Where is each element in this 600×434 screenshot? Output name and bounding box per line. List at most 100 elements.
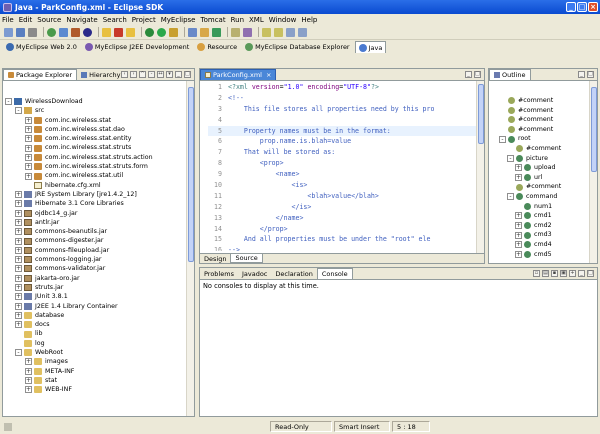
tab-outline[interactable]: Outline bbox=[489, 69, 531, 80]
external-tools-icon[interactable] bbox=[169, 27, 178, 37]
tomcat-restart-icon[interactable] bbox=[126, 27, 135, 37]
tree-item[interactable]: + com.inc.wireless.stat.struts.action bbox=[5, 153, 184, 162]
tomcat-start-icon[interactable] bbox=[102, 27, 111, 37]
expand-icon[interactable]: + bbox=[15, 302, 22, 310]
outline-item[interactable]: + cmd1 bbox=[499, 211, 588, 221]
expand-icon[interactable]: + bbox=[25, 358, 32, 366]
expand-icon[interactable]: + bbox=[15, 209, 22, 217]
minimize-editor-icon[interactable]: _ bbox=[465, 71, 472, 78]
browser-icon[interactable] bbox=[71, 27, 80, 37]
code-line[interactable]: 12 </is> bbox=[208, 202, 476, 213]
collapse-icon[interactable]: - bbox=[15, 107, 22, 115]
run-server-icon[interactable] bbox=[47, 27, 56, 37]
tree-item[interactable]: + commons-fileupload.jar bbox=[5, 246, 184, 255]
tree-item[interactable]: + commons-digester.jar bbox=[5, 236, 184, 245]
tree-item[interactable]: hibernate.cfg.xml bbox=[5, 181, 184, 190]
code-line[interactable]: 2 <!-- bbox=[208, 93, 476, 104]
minimize-outline-icon[interactable]: _ bbox=[578, 71, 585, 78]
collapse-icon[interactable]: - bbox=[5, 98, 12, 106]
code-line[interactable]: 14 </prop> bbox=[208, 224, 476, 235]
editor-scrollbar[interactable] bbox=[476, 81, 484, 253]
tree-item[interactable]: - WebRoot bbox=[5, 348, 184, 357]
outline-item[interactable]: #comment bbox=[499, 144, 588, 154]
menu-item-myeclipse[interactable]: MyEclipse bbox=[161, 16, 196, 24]
outline-item[interactable]: + cmd5 bbox=[499, 250, 588, 260]
tree-item[interactable]: + WEB-INF bbox=[5, 385, 184, 394]
code-line[interactable]: 9 <name> bbox=[208, 169, 476, 180]
expand-icon[interactable]: + bbox=[25, 163, 32, 171]
tree-item[interactable]: + stat bbox=[5, 376, 184, 385]
close-button[interactable]: × bbox=[588, 2, 598, 12]
expand-icon[interactable]: + bbox=[515, 250, 522, 258]
new-class-icon[interactable] bbox=[212, 27, 221, 37]
expand-icon[interactable]: + bbox=[15, 321, 22, 329]
pin-console-icon[interactable]: ▪ bbox=[551, 270, 558, 277]
expand-icon[interactable]: + bbox=[25, 153, 32, 161]
expand-icon[interactable]: + bbox=[15, 228, 22, 236]
code-line[interactable]: 4 bbox=[208, 115, 476, 126]
menu-item-file[interactable]: File bbox=[2, 16, 14, 24]
perspective-myeclipse-database-explorer[interactable]: MyEclipse Database Explorer bbox=[242, 41, 352, 53]
expand-icon[interactable]: + bbox=[15, 191, 22, 199]
menu-item-source[interactable]: Source bbox=[37, 16, 61, 24]
scroll-thumb[interactable] bbox=[188, 87, 194, 262]
tree-item[interactable]: + com.inc.wireless.stat.dao bbox=[5, 125, 184, 134]
menu-item-help[interactable]: Help bbox=[301, 16, 317, 24]
new-icon[interactable] bbox=[4, 27, 13, 37]
collapse-all-icon[interactable]: - bbox=[148, 71, 155, 78]
tree-item[interactable]: + ojdbc14_g.jar bbox=[5, 209, 184, 218]
tree-item[interactable]: + struts.jar bbox=[5, 283, 184, 292]
minimize-button[interactable]: _ bbox=[566, 2, 576, 12]
expand-icon[interactable]: + bbox=[15, 293, 22, 301]
tree-item[interactable]: + JUnit 3.8.1 bbox=[5, 292, 184, 301]
new-package-icon[interactable] bbox=[200, 27, 209, 37]
deploy-icon[interactable] bbox=[59, 27, 68, 37]
expand-icon[interactable]: + bbox=[515, 231, 522, 239]
save-icon[interactable] bbox=[16, 27, 25, 37]
tree-item[interactable]: + antlr.jar bbox=[5, 218, 184, 227]
tree-item[interactable]: + commons-logging.jar bbox=[5, 255, 184, 264]
tree-item[interactable]: + com.inc.wireless.stat.util bbox=[5, 171, 184, 180]
tree-item[interactable]: - WirelessDownload bbox=[5, 97, 184, 106]
link-editor-icon[interactable]: ↔ bbox=[157, 71, 164, 78]
outline-item[interactable]: #comment bbox=[499, 106, 588, 116]
expand-icon[interactable]: + bbox=[515, 212, 522, 220]
editor-scroll-thumb[interactable] bbox=[478, 84, 484, 144]
tab-source[interactable]: Source bbox=[230, 254, 263, 263]
code-area[interactable]: 1 <?xml version = "1.0" encoding = "UTF-8" ?> 2… bbox=[208, 82, 476, 251]
tab-design[interactable]: Design bbox=[200, 254, 230, 263]
outline-item[interactable]: #comment bbox=[499, 125, 588, 135]
collapse-icon[interactable]: - bbox=[15, 349, 22, 357]
back-icon[interactable] bbox=[286, 27, 295, 37]
perspective-myeclipse-j2ee-development[interactable]: MyEclipse J2EE Development bbox=[82, 41, 192, 53]
tomcat-stop-icon[interactable] bbox=[114, 27, 123, 37]
maximize-button[interactable]: □ bbox=[577, 2, 587, 12]
forward-icon[interactable] bbox=[298, 27, 307, 37]
open-web-icon[interactable] bbox=[83, 27, 92, 37]
expand-icon[interactable]: + bbox=[25, 367, 32, 375]
expand-icon[interactable]: + bbox=[25, 377, 32, 385]
perspective-resource[interactable]: Resource bbox=[194, 41, 240, 53]
code-line[interactable]: 15 And all properties must be under the … bbox=[208, 234, 476, 245]
expand-icon[interactable]: + bbox=[15, 200, 22, 208]
collapse-icon[interactable]: - bbox=[507, 193, 514, 201]
display-console-icon[interactable]: ▣ bbox=[560, 270, 567, 277]
outline-scrollbar[interactable] bbox=[589, 81, 597, 263]
code-line[interactable]: 13 </name> bbox=[208, 213, 476, 224]
tab-hierarchy[interactable]: Hierarchy bbox=[77, 69, 124, 80]
perspective-myeclipse-web-2-0[interactable]: MyEclipse Web 2.0 bbox=[3, 41, 80, 53]
tree-item[interactable]: + jakarta-oro.jar bbox=[5, 274, 184, 283]
expand-icon[interactable]: + bbox=[25, 172, 32, 180]
outline-item[interactable]: #comment bbox=[499, 182, 588, 192]
outline-item[interactable]: + upload bbox=[499, 163, 588, 173]
expand-icon[interactable]: + bbox=[515, 222, 522, 230]
maximize-console-icon[interactable]: □ bbox=[587, 270, 594, 277]
menu-item-window[interactable]: Window bbox=[269, 16, 297, 24]
menu-item-search[interactable]: Search bbox=[103, 16, 127, 24]
outline-item[interactable]: + url bbox=[499, 173, 588, 183]
menu-item-run[interactable]: Run bbox=[231, 16, 244, 24]
tree-item[interactable]: + com.inc.wireless.stat.struts.form bbox=[5, 162, 184, 171]
tree-item[interactable]: - src bbox=[5, 106, 184, 115]
expand-icon[interactable]: + bbox=[25, 126, 32, 134]
expand-icon[interactable]: + bbox=[25, 116, 32, 124]
